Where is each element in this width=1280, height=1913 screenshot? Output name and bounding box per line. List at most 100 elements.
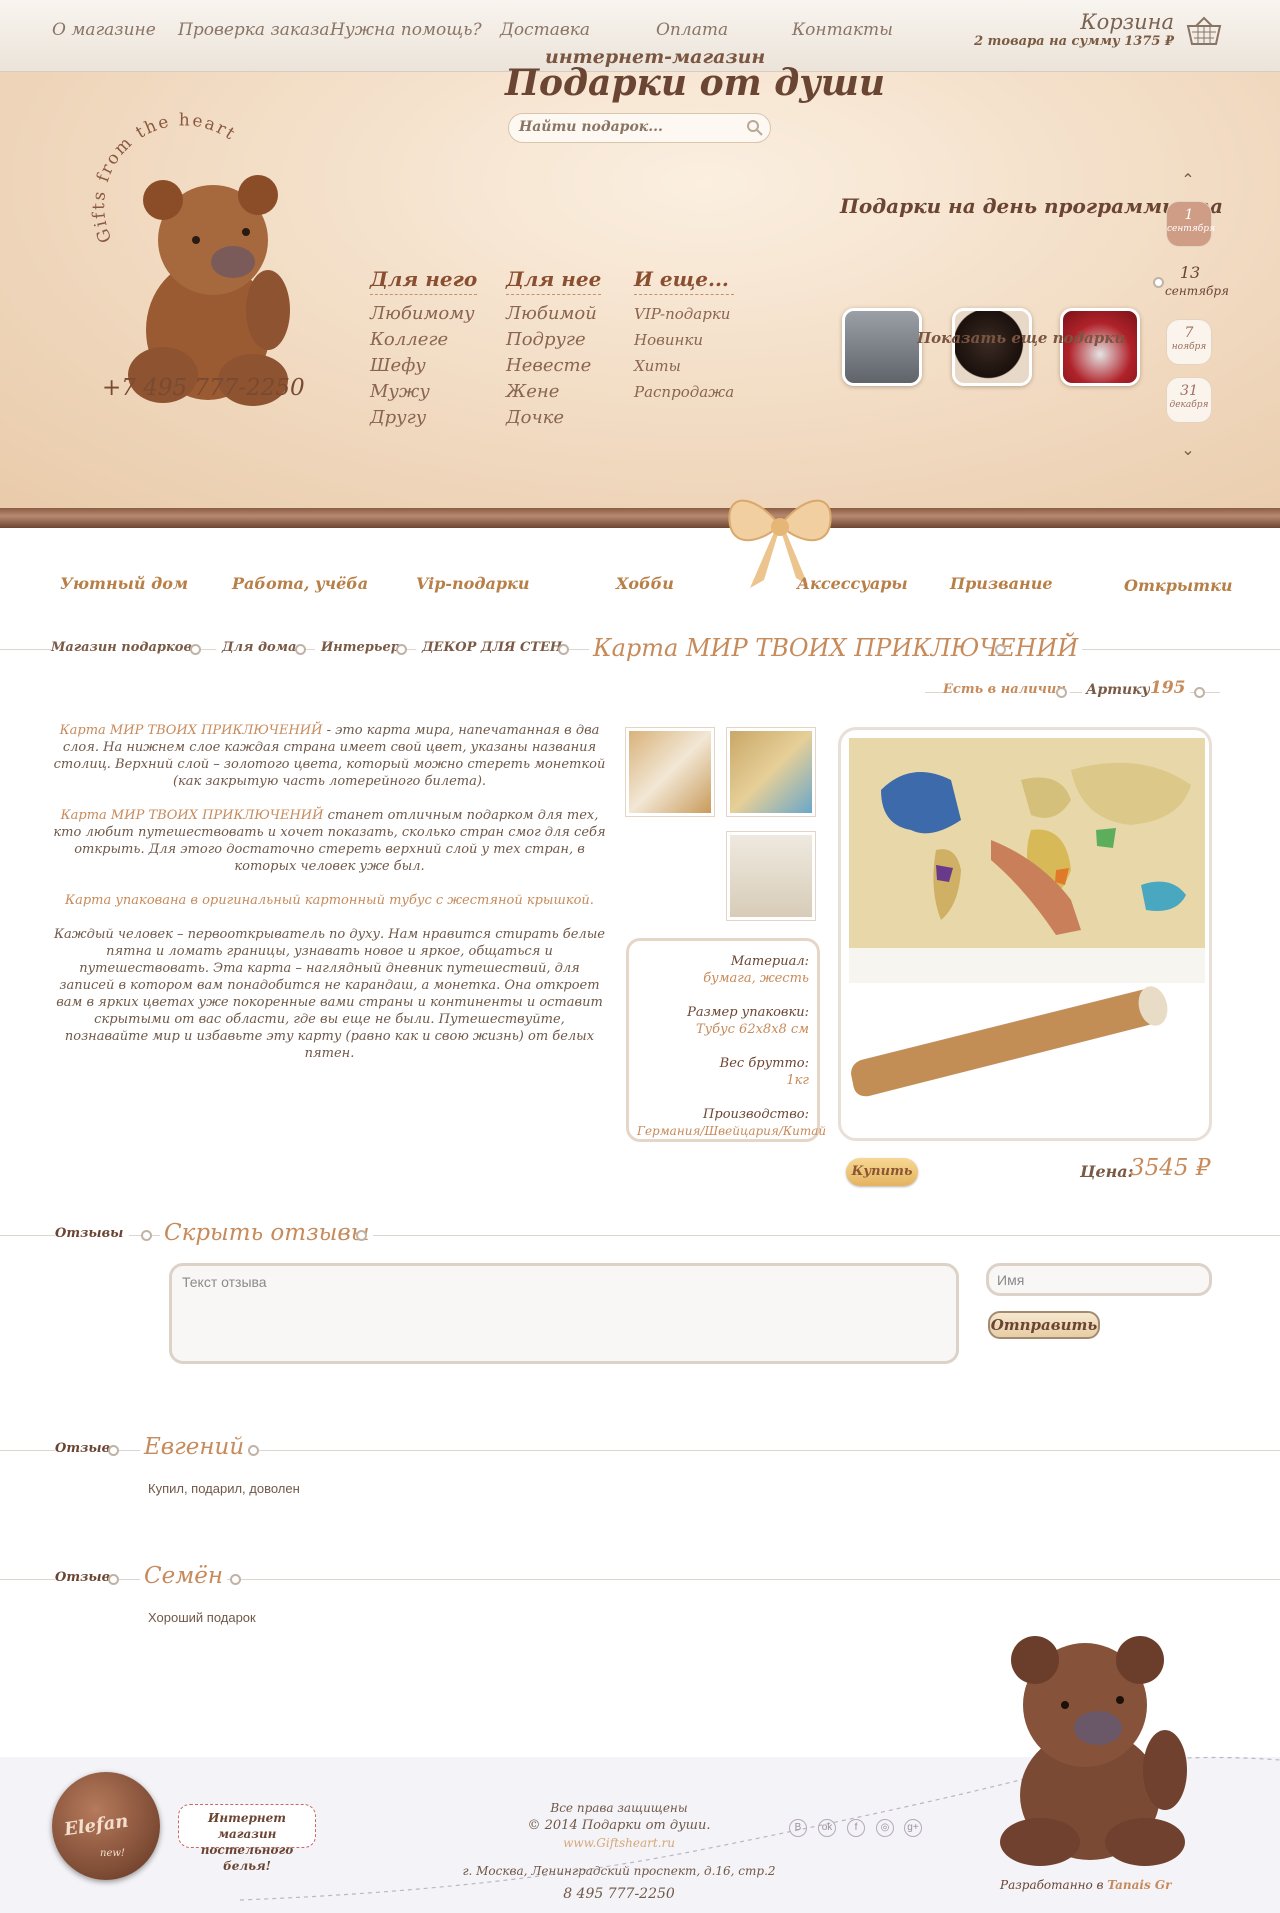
menu-item[interactable]: Новинки xyxy=(634,327,734,353)
breadcrumb-item[interactable]: Магазин подарков xyxy=(51,640,198,655)
send-review-button[interactable]: Отправить xyxy=(988,1311,1100,1339)
category-link[interactable]: Аксессуары xyxy=(797,574,908,593)
header-phone[interactable]: +7 495 777-2250 xyxy=(102,375,305,401)
breadcrumb-separator xyxy=(190,644,201,655)
odnoklassniki-icon[interactable]: ok xyxy=(818,1819,836,1837)
facebook-icon[interactable]: f xyxy=(847,1819,865,1837)
menu-item[interactable]: Любимому xyxy=(370,301,477,327)
menu-column-her: Для нее Любимой Подруге Невесте Жене Доч… xyxy=(506,267,602,431)
price-value: 3545 ₽ xyxy=(1130,1155,1211,1181)
menu-item[interactable]: Невесте xyxy=(506,353,601,379)
section-dot xyxy=(108,1445,119,1456)
toggle-reviews-link[interactable]: Скрыть отзывы xyxy=(160,1220,374,1246)
footer-copyright: © 2014 Подарки от души. xyxy=(527,1818,711,1833)
basket-icon[interactable] xyxy=(1186,16,1222,46)
prop-label: Материал: xyxy=(730,954,809,969)
category-link[interactable]: Уютный дом xyxy=(60,574,188,593)
menu-item[interactable]: Подруге xyxy=(506,327,601,353)
product-thumbnail[interactable] xyxy=(727,832,815,920)
gift-thumbnail[interactable] xyxy=(952,308,1032,386)
date-item[interactable]: 31 декабря xyxy=(1167,378,1211,422)
partner-bubble-line: постельного белья! xyxy=(200,1843,294,1873)
review-text-field[interactable]: Текст отзыва xyxy=(169,1263,959,1364)
breadcrumb-item[interactable]: Интерьер xyxy=(315,640,406,655)
prop-value: бумага, жесть xyxy=(703,971,809,986)
chevron-up-icon[interactable]: ⌃ xyxy=(1178,170,1198,189)
menu-item[interactable]: Любимой xyxy=(506,301,601,327)
shop-title-logo[interactable]: Подарки от души xyxy=(505,62,885,104)
menu-title-more[interactable]: И еще... xyxy=(634,267,735,295)
menu-title-him[interactable]: Для него xyxy=(370,267,478,295)
menu-item[interactable]: Распродажа xyxy=(634,379,734,405)
menu-column-him: Для него Любимому Коллеге Шефу Мужу Друг… xyxy=(370,267,478,431)
menu-column-more: И еще... VIP-подарки Новинки Хиты Распро… xyxy=(634,267,735,405)
nav-link-about[interactable]: О магазине xyxy=(52,20,156,40)
section-dot xyxy=(108,1574,119,1585)
buy-button[interactable]: Купить xyxy=(846,1158,918,1186)
developer-credit[interactable]: Разработанно в Tanais Gr xyxy=(1000,1878,1171,1892)
product-thumbnail[interactable] xyxy=(727,728,815,816)
search-input[interactable]: Найти подарок... xyxy=(508,113,771,143)
google-plus-icon[interactable]: g+ xyxy=(904,1819,922,1837)
cart-title[interactable]: Корзина xyxy=(1080,10,1174,34)
product-thumbnail[interactable] xyxy=(626,728,714,816)
partner-bubble[interactable]: Интернет магазин постельного белья! xyxy=(178,1804,316,1873)
gift-thumbnail[interactable] xyxy=(1060,308,1140,386)
bullet-dot xyxy=(1153,277,1164,288)
breadcrumb-separator xyxy=(558,644,569,655)
category-link[interactable]: Хобби xyxy=(616,574,674,593)
category-link[interactable]: Открытки xyxy=(1124,576,1233,595)
instagram-icon[interactable]: ◎ xyxy=(876,1819,894,1837)
menu-item[interactable]: Жене xyxy=(506,379,601,405)
section-dot xyxy=(356,1230,367,1241)
product-title: Карта МИР ТВОИХ ПРИКЛЮЧЕНИЙ xyxy=(589,634,1083,662)
menu-title-her[interactable]: Для нее xyxy=(506,267,602,295)
nav-link-delivery[interactable]: Доставка xyxy=(500,20,590,40)
title-end-dot xyxy=(995,644,1006,655)
date-item[interactable]: 13 сентября xyxy=(1165,260,1229,304)
menu-item[interactable]: Хиты xyxy=(634,353,734,379)
search-icon[interactable] xyxy=(746,119,764,137)
footer-phone[interactable]: 8 495 777-2250 xyxy=(430,1886,808,1902)
breadcrumb-separator xyxy=(396,644,407,655)
prop-value: 1кг xyxy=(786,1073,809,1088)
desc-highlight: Карта МИР ТВОИХ ПРИКЛЮЧЕНИЙ xyxy=(60,808,324,823)
menu-item[interactable]: VIP-подарки xyxy=(634,301,734,327)
prop-value: Тубус 62х8х8 см xyxy=(695,1022,809,1037)
nav-link-payment[interactable]: Оплата xyxy=(656,20,728,40)
review-author: Семён xyxy=(140,1563,228,1589)
menu-item[interactable]: Дочке xyxy=(506,405,601,431)
review-name-field[interactable]: Имя xyxy=(986,1263,1212,1296)
date-item[interactable]: 7 ноября xyxy=(1167,320,1211,364)
cart-summary[interactable]: 2 товара на сумму 1375 ₽ xyxy=(974,34,1174,49)
price-label: Цена: xyxy=(1080,1162,1134,1181)
availability-status: Есть в наличии xyxy=(943,682,1070,697)
section-dot xyxy=(230,1574,241,1585)
product-main-image[interactable] xyxy=(838,727,1212,1141)
category-link[interactable]: Призвание xyxy=(950,574,1053,593)
reviews-label: Отзывы xyxy=(55,1226,130,1241)
nav-link-help[interactable]: Нужна помощь? xyxy=(330,20,482,40)
menu-item[interactable]: Коллеге xyxy=(370,327,477,353)
chevron-down-icon[interactable]: ⌄ xyxy=(1178,440,1198,459)
menu-item[interactable]: Другу xyxy=(370,405,477,431)
breadcrumb-item[interactable]: Для дома xyxy=(216,640,303,655)
menu-item[interactable]: Мужу xyxy=(370,379,477,405)
category-link[interactable]: Vip-подарки xyxy=(416,574,529,593)
category-link[interactable]: Работа, учёба xyxy=(232,574,368,593)
nav-link-order-check[interactable]: Проверка заказа xyxy=(178,20,330,40)
review-text: Хороший подарок xyxy=(148,1610,256,1625)
desc-highlight: Карта МИР ТВОИХ ПРИКЛЮЧЕНИЙ xyxy=(59,723,323,738)
footer-site-link[interactable]: www.Giftsheart.ru xyxy=(430,1836,808,1850)
desc-packaging: Карта упакована в оригинальный картонный… xyxy=(65,893,594,908)
gifts-title: Подарки на день программиста xyxy=(840,194,1223,218)
menu-item[interactable]: Шефу xyxy=(370,353,477,379)
show-more-gifts-link[interactable]: Показать еще подарки xyxy=(917,329,1125,347)
nav-link-contacts[interactable]: Контакты xyxy=(792,20,893,40)
date-item[interactable]: 1 сентября xyxy=(1167,202,1215,246)
vk-icon[interactable]: В xyxy=(789,1819,807,1837)
gift-thumbnail[interactable] xyxy=(842,308,922,386)
product-properties: Материал: бумага, жесть Размер упаковки:… xyxy=(626,938,826,1142)
breadcrumb-item[interactable]: ДЕКОР ДЛЯ СТЕН xyxy=(416,640,569,655)
section-dot xyxy=(141,1230,152,1241)
